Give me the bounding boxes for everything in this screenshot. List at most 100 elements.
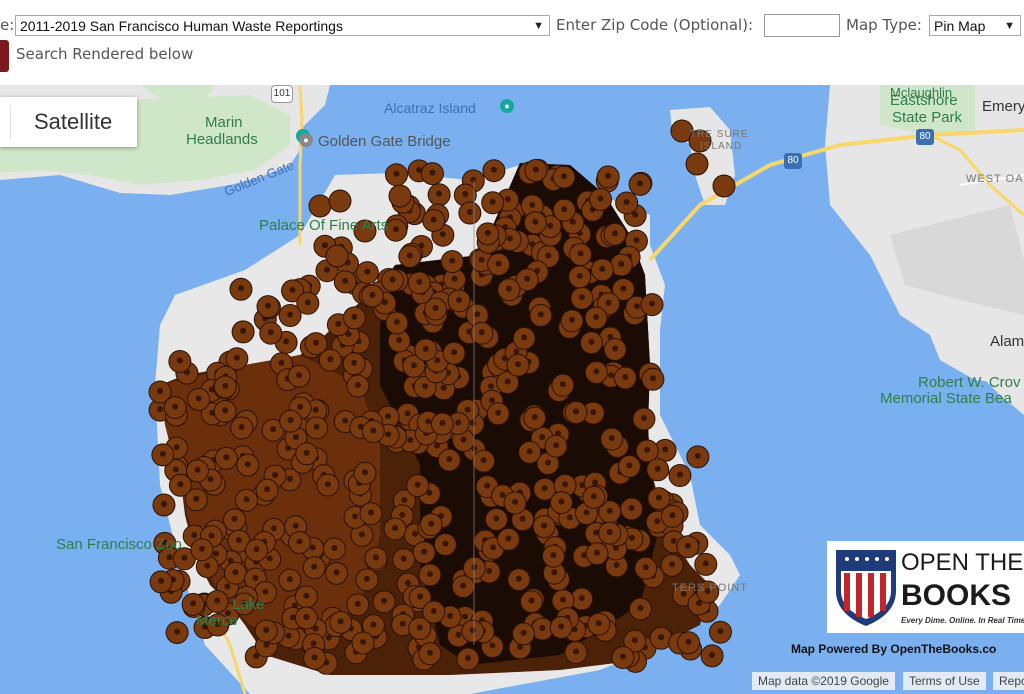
map-pin-dot	[637, 180, 644, 187]
logo-tagline: Every Dime. Online. In Real Time.	[901, 616, 1024, 625]
map-pin-dot	[439, 231, 446, 238]
map-pin-dot	[157, 388, 164, 395]
map-pin	[325, 244, 349, 268]
map-pin-dot	[434, 357, 441, 364]
map-pin-dot	[385, 431, 392, 438]
map-pin-dot	[432, 305, 439, 312]
map-pin-dot	[428, 520, 435, 527]
map-pin-dot	[611, 230, 618, 237]
map-pin-dot	[489, 198, 496, 205]
map-pin-dot	[455, 419, 462, 426]
map-pin-dot	[270, 426, 277, 433]
map-pin-dot	[193, 495, 200, 502]
map-pin-dot	[204, 562, 211, 569]
sf-zoo-label: San Francisco Zoo	[56, 536, 182, 553]
map-pin-dot	[577, 250, 584, 257]
map-pin-dot	[191, 532, 198, 539]
state-park-label: State Park	[892, 109, 963, 126]
map-canvas[interactable]: Satellite Alcatraz Island ● Marin Headla…	[0, 85, 1024, 694]
map-pin-dot	[558, 623, 565, 630]
map-pin-dot	[573, 408, 580, 415]
marin-label: Marin	[205, 114, 243, 131]
map-pin	[388, 184, 412, 208]
map-pin-dot	[588, 338, 595, 345]
map-pin-dot	[460, 582, 467, 589]
map-pin-dot	[655, 494, 662, 501]
map-pin-dot	[550, 552, 557, 559]
palace-label: Palace Of Fine Arts	[259, 217, 389, 234]
map-pin-dot	[717, 628, 724, 635]
map-pin-dot	[528, 597, 535, 604]
powered-by-text: Map Powered By OpenTheBooks.co	[791, 642, 997, 656]
map-pin-dot	[513, 348, 520, 355]
map-pin-dot	[342, 277, 349, 284]
map-pin-dot	[421, 548, 428, 555]
map-pin-dot	[414, 481, 421, 488]
map-pin-dot	[303, 449, 310, 456]
shield-icon	[836, 550, 896, 627]
map-pin-dot	[597, 195, 604, 202]
zip-code-input[interactable]	[764, 14, 840, 37]
map-pin-dot	[194, 466, 201, 473]
map-pin-dot	[464, 655, 471, 662]
map-pin-dot	[633, 237, 640, 244]
crown-beach-label: Robert W. Crov	[918, 374, 1021, 391]
map-pin-dot	[626, 462, 633, 469]
map-pin-dot	[292, 522, 299, 529]
map-pin-dot	[369, 291, 376, 298]
terms-of-use-link[interactable]: Terms of Use	[903, 672, 986, 690]
search-button[interactable]	[0, 40, 9, 72]
map-pin-dot	[658, 634, 665, 641]
map-pin-dot	[537, 311, 544, 318]
map-pin-dot	[160, 500, 167, 507]
map-pin-dot	[541, 522, 548, 529]
map-pin-dot	[303, 592, 310, 599]
map-pin-dot	[407, 436, 414, 443]
west-oakland-label: WEST OA	[966, 173, 1024, 185]
dataset-select-value: 2011-2019 San Francisco Human Waste Repo…	[20, 18, 343, 34]
golden-gate-bridge-label: Golden Gate Bridge	[318, 133, 451, 150]
emeryville-label: Emeryvi	[982, 98, 1024, 115]
map-pin-dot	[406, 252, 413, 259]
treasure-island-label: TRE SURE	[690, 129, 749, 140]
map-pin-dot	[266, 555, 273, 562]
map-pin-dot	[449, 257, 456, 264]
satellite-toggle-button[interactable]: Satellite	[0, 97, 137, 147]
map-pin-dot	[446, 456, 453, 463]
map-pin-dot	[303, 614, 310, 621]
map-pin-dot	[354, 382, 361, 389]
map-pin-dot	[173, 444, 180, 451]
highway-shield-80-east: 80	[784, 153, 802, 169]
map-pin-dot	[474, 311, 481, 318]
map-pin-dot	[654, 465, 661, 472]
map-pin-dot	[190, 600, 197, 607]
logo-line1: OPEN THE	[901, 549, 1024, 576]
map-pin-dot	[515, 575, 522, 582]
dataset-select[interactable]: 2011-2019 San Francisco Human Waste Repo…	[15, 15, 550, 36]
map-pin-dot	[466, 209, 473, 216]
map-pin-dot	[324, 481, 331, 488]
map-pin-dot	[495, 409, 502, 416]
map-pin-dot	[460, 436, 467, 443]
map-pin-dot	[637, 605, 644, 612]
map-pin-dot	[662, 446, 669, 453]
map-pin-dot	[270, 525, 277, 532]
map-pin-dot	[252, 575, 259, 582]
map-pin-dot	[195, 395, 202, 402]
map-pin-dot	[504, 378, 511, 385]
map-pin-dot	[224, 583, 231, 590]
map-pin-dot	[157, 406, 164, 413]
map-pin-dot	[253, 546, 260, 553]
report-link[interactable]: Repo	[993, 672, 1024, 690]
map-pin-dot	[158, 577, 165, 584]
chevron-down-icon: ▼	[533, 20, 544, 32]
open-the-books-logo[interactable]: OPEN THE BOOKS Every Dime. Online. In Re…	[827, 541, 1024, 633]
map-pin-dot	[422, 383, 429, 390]
map-pin-dot	[427, 649, 434, 656]
map-pin-dot	[172, 466, 179, 473]
map-type-select[interactable]: Pin Map ▼	[929, 15, 1021, 36]
map-pin-dot	[593, 549, 600, 556]
map-pin-dot	[327, 356, 334, 363]
lake-merced-label: Lake	[232, 596, 265, 613]
map-pin-dot	[267, 329, 274, 336]
